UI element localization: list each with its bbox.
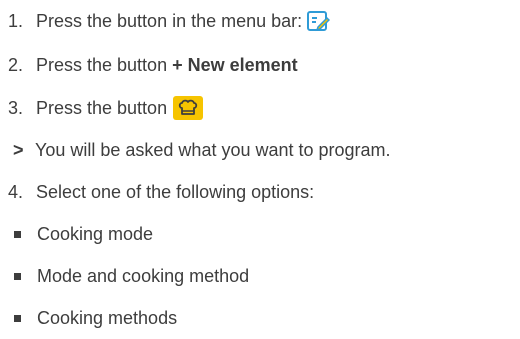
result-marker: > xyxy=(13,139,24,160)
step-4: 4. Select one of the following options: xyxy=(0,177,314,207)
step-text: Select one of the following options: xyxy=(36,181,315,202)
step-number: 4. xyxy=(8,181,24,202)
bullet-icon xyxy=(14,314,21,322)
option-item: Mode and cooking method xyxy=(0,261,249,291)
chef-hat-icon xyxy=(173,96,204,120)
step-text: Press the button in the menu bar: xyxy=(36,10,303,31)
option-label: Cooking mode xyxy=(37,223,154,244)
step-text: Press the button xyxy=(36,54,168,75)
result-text: You will be asked what you want to progr… xyxy=(35,139,391,160)
step-number: 2. xyxy=(8,54,24,75)
bullet-icon xyxy=(14,230,21,238)
option-label: Mode and cooking method xyxy=(37,265,250,286)
step-text: Press the button xyxy=(36,97,168,118)
edit-icon xyxy=(306,9,331,33)
instructions-document: 1. Press the button in the menu bar: 2. … xyxy=(0,0,520,339)
option-label: Cooking methods xyxy=(37,307,178,328)
option-item: Cooking mode xyxy=(0,219,153,249)
step-number: 3. xyxy=(8,97,24,118)
option-item: Cooking methods xyxy=(0,303,177,333)
step-1: 1. Press the button in the menu bar: xyxy=(0,6,331,36)
step-2: 2. Press the button + New element xyxy=(0,50,298,80)
bullet-icon xyxy=(14,272,21,280)
new-element-label: + New element xyxy=(172,54,298,75)
result-line: > You will be asked what you want to pro… xyxy=(0,135,391,165)
step-3: 3. Press the button xyxy=(0,93,204,123)
step-number: 1. xyxy=(8,10,24,31)
